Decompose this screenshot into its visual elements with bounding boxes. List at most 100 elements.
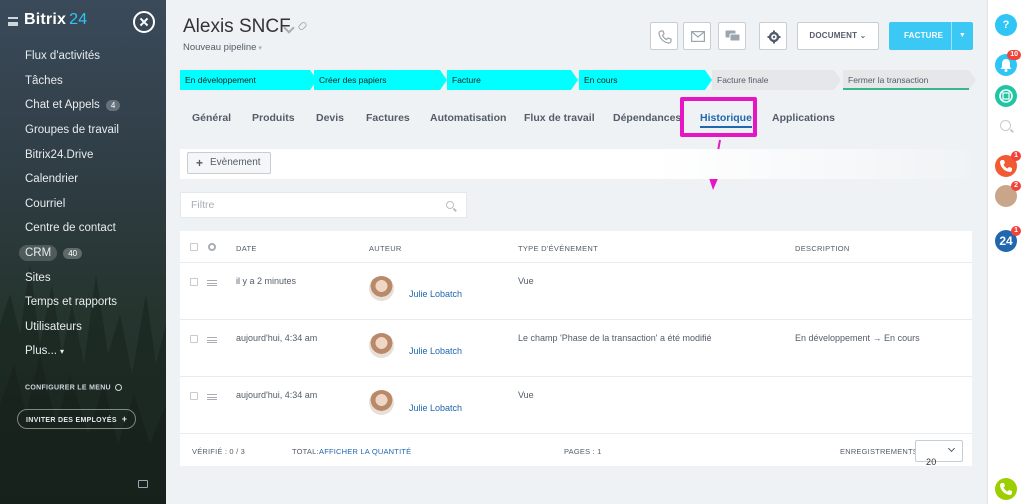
column-header-event-type[interactable]: TYPE D'ÉVÉNEMENT <box>518 244 598 253</box>
recent-chats-avatars[interactable]: 2 <box>995 181 1021 207</box>
row-description: En développement → En cours <box>795 333 920 343</box>
menu-toggle-icon[interactable] <box>8 17 18 26</box>
invite-employees-button[interactable]: INVITER DES EMPLOYÉS + <box>17 409 137 429</box>
show-quantity-link[interactable]: AFFICHER LA QUANTITÉ <box>319 447 411 456</box>
sidebar-item-calendar[interactable]: Calendrier <box>0 167 166 192</box>
sidebar-item-sites[interactable]: Sites <box>0 265 166 290</box>
chevron-down-icon[interactable]: ▼ <box>951 22 973 50</box>
grid-footer: VÉRIFIÉ : 0 / 3 TOTAL: AFFICHER LA QUANT… <box>180 436 972 467</box>
column-header-author[interactable]: AUTEUR <box>369 244 402 253</box>
mail-icon <box>691 31 705 42</box>
telephony-icon[interactable]: 1 <box>995 151 1021 177</box>
sidebar-item-crm[interactable]: CRM 40 <box>0 241 166 266</box>
link-icon[interactable] <box>297 20 308 32</box>
table-row: aujourd'hui, 4:34 am Julie Lobatch Le ch… <box>180 320 972 377</box>
sidebar-item-tasks[interactable]: Tâches <box>0 69 166 94</box>
gear-icon <box>767 30 781 44</box>
crm-count-badge: 40 <box>63 247 83 259</box>
history-grid: DATE AUTEUR TYPE D'ÉVÉNEMENT DESCRIPTION… <box>180 231 972 467</box>
right-panel: ? 10 1 2 24 1 <box>987 0 1024 504</box>
brand-logo[interactable]: Bitrix 24 <box>24 11 87 29</box>
row-checkbox[interactable] <box>190 335 198 343</box>
document-button[interactable]: DOCUMENT ⌄ <box>797 22 879 50</box>
row-date: il y a 2 minutes <box>236 276 297 286</box>
sidebar-item-chat[interactable]: Chat et Appels 4 <box>0 93 166 118</box>
pipeline-selector[interactable]: Nouveau pipeline ▾ <box>183 42 262 53</box>
invoice-button[interactable]: FACTURE ▼ <box>889 22 973 50</box>
drag-handle-icon[interactable] <box>207 280 217 286</box>
tab-general[interactable]: Général <box>192 112 231 124</box>
sidebar-item-label: CRM <box>19 245 58 262</box>
sidebar-item-workgroups[interactable]: Groupes de travail <box>0 118 166 143</box>
filter-input[interactable]: Filtre <box>180 192 467 218</box>
highlight-annotation-box <box>680 97 757 137</box>
sidebar-item-label: Groupes de travail <box>25 124 119 137</box>
tab-dependencies[interactable]: Dépendances <box>613 112 681 124</box>
stage-in-progress[interactable]: En cours <box>579 70 712 90</box>
pages-count: PAGES : 1 <box>564 447 602 456</box>
call-button[interactable] <box>650 22 678 50</box>
search-icon[interactable] <box>1000 120 1011 131</box>
tab-workflows[interactable]: Flux de travail <box>524 112 595 124</box>
column-header-date[interactable]: DATE <box>236 244 257 253</box>
avatar[interactable] <box>369 390 394 415</box>
row-author-link[interactable]: Julie Lobatch <box>409 346 462 356</box>
notifications-bell-icon[interactable]: 10 <box>995 50 1021 76</box>
drag-handle-icon[interactable] <box>207 337 217 343</box>
row-checkbox[interactable] <box>190 392 198 400</box>
help-button[interactable]: ? <box>995 14 1017 36</box>
sidebar-item-mail[interactable]: Courriel <box>0 192 166 217</box>
phone-icon <box>1000 483 1012 495</box>
chat-button[interactable] <box>718 22 746 50</box>
email-button[interactable] <box>683 22 711 50</box>
printer-icon[interactable] <box>138 480 148 488</box>
configure-menu-link[interactable]: CONFIGURER LE MENU <box>25 384 122 391</box>
sidebar-item-label: Courriel <box>25 197 66 210</box>
sidebar-item-label: Utilisateurs <box>25 320 82 333</box>
avatar[interactable] <box>369 276 394 301</box>
sidebar-item-time-reports[interactable]: Temps et rapports <box>0 290 166 315</box>
checked-count: VÉRIFIÉ : 0 / 3 <box>192 447 246 456</box>
sidebar-menu: Flux d'activités Tâches Chat et Appels 4 … <box>0 44 166 364</box>
drag-handle-icon[interactable] <box>207 394 217 400</box>
gear-icon[interactable] <box>208 243 216 251</box>
sidebar-item-drive[interactable]: Bitrix24.Drive <box>0 142 166 167</box>
sidebar-item-users[interactable]: Utilisateurs <box>0 315 166 340</box>
stage-invoice[interactable]: Facture <box>447 70 578 90</box>
call-icon[interactable] <box>995 478 1017 500</box>
table-row: il y a 2 minutes Julie Lobatch Vue <box>180 263 972 320</box>
chevron-down-icon <box>947 444 956 453</box>
stage-final-invoice[interactable]: Facture finale <box>712 70 841 90</box>
open-lines-icon[interactable] <box>995 85 1017 107</box>
row-author-link[interactable]: Julie Lobatch <box>409 403 462 413</box>
tab-applications[interactable]: Applications <box>772 112 835 124</box>
bitrix24-network-icon[interactable]: 24 1 <box>995 226 1021 252</box>
notification-count-badge: 10 <box>1007 50 1021 60</box>
row-author-link[interactable]: Julie Lobatch <box>409 289 462 299</box>
row-date: aujourd'hui, 4:34 am <box>236 390 318 400</box>
close-slider-icon[interactable] <box>133 11 155 33</box>
chevron-down-icon: ▾ <box>59 346 64 356</box>
search-icon[interactable] <box>446 201 454 209</box>
column-header-description[interactable]: DESCRIPTION <box>795 244 850 253</box>
sidebar-item-more[interactable]: Plus... ▾ <box>0 339 166 364</box>
avatar[interactable] <box>369 333 394 358</box>
sidebar-item-contact-center[interactable]: Centre de contact <box>0 216 166 241</box>
add-event-button[interactable]: + Evènement <box>187 152 271 174</box>
sidebar-item-feed[interactable]: Flux d'activités <box>0 44 166 69</box>
row-checkbox[interactable] <box>190 278 198 286</box>
settings-button[interactable] <box>759 22 787 50</box>
row-event-type: Vue <box>518 390 534 400</box>
tab-invoices[interactable]: Factures <box>366 112 410 124</box>
tab-products[interactable]: Produits <box>252 112 295 124</box>
records-per-page-select[interactable]: 20 <box>915 440 963 467</box>
records-label: ENREGISTREMENTS : <box>840 447 923 456</box>
tab-quotes[interactable]: Devis <box>316 112 344 124</box>
tab-automation[interactable]: Automatisation <box>430 112 506 124</box>
stage-close-deal[interactable]: Fermer la transaction <box>843 70 976 90</box>
select-all-checkbox[interactable] <box>190 243 198 251</box>
stage-development[interactable]: En développement <box>180 70 317 90</box>
chevron-down-icon: ▾ <box>258 45 262 52</box>
sidebar-item-label: Plus... <box>25 345 57 358</box>
stage-create-papers[interactable]: Créer des papiers <box>314 70 447 90</box>
